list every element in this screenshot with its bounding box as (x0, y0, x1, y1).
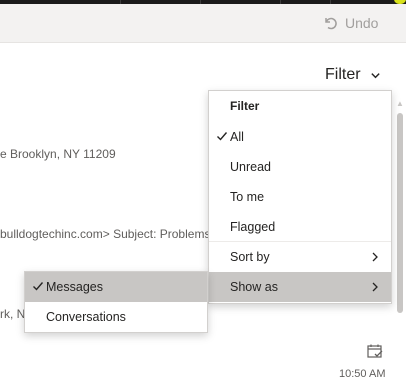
message-preview-partial: rk, N (0, 307, 26, 321)
filter-option-flagged[interactable]: Flagged (209, 212, 391, 242)
message-preview-email: bulldogtechinc.com> Subject: Problems * (0, 227, 219, 241)
show-as-messages[interactable]: Messages (25, 272, 207, 302)
show-as-conversations[interactable]: Conversations (25, 302, 207, 332)
filter-option-all[interactable]: All (209, 122, 391, 152)
undo-label: Undo (345, 15, 379, 31)
filter-option-label: All (230, 130, 244, 144)
filter-button[interactable]: Filter (325, 66, 381, 84)
command-bar: Undo (0, 4, 406, 43)
show-as-option-label: Conversations (46, 310, 126, 324)
filter-option-unread[interactable]: Unread (209, 152, 391, 182)
filter-option-label: Flagged (230, 220, 276, 234)
undo-button[interactable]: Undo (322, 12, 378, 34)
filter-button-label: Filter (325, 66, 361, 83)
checkmark-icon (217, 132, 228, 141)
scroll-up-arrow[interactable]: ▲ (396, 99, 404, 108)
sort-by-label: Sort by (230, 250, 270, 264)
chevron-down-icon (370, 72, 380, 78)
show-as-item[interactable]: Show as (209, 272, 391, 302)
filter-option-label: To me (230, 190, 265, 204)
undo-icon (325, 17, 337, 30)
calendar-check-icon (367, 344, 383, 358)
filter-menu-heading: Filter (230, 99, 260, 113)
show-as-label: Show as (230, 280, 278, 294)
filter-menu: Filter All Unread To me Flagged Sort by … (208, 90, 392, 304)
show-as-option-label: Messages (46, 280, 103, 294)
filter-option-to-me[interactable]: To me (209, 182, 391, 212)
message-time: 10:50 AM (339, 368, 386, 380)
scrollbar-thumb[interactable] (397, 113, 403, 313)
filter-option-label: Unread (230, 160, 271, 174)
checkmark-icon (33, 282, 44, 291)
sort-by-item[interactable]: Sort by (209, 242, 391, 272)
message-preview-address: e Brooklyn, NY 11209 (0, 147, 116, 161)
chevron-right-icon (372, 282, 378, 292)
show-as-submenu: Messages Conversations (24, 271, 208, 333)
chevron-right-icon (372, 252, 378, 262)
